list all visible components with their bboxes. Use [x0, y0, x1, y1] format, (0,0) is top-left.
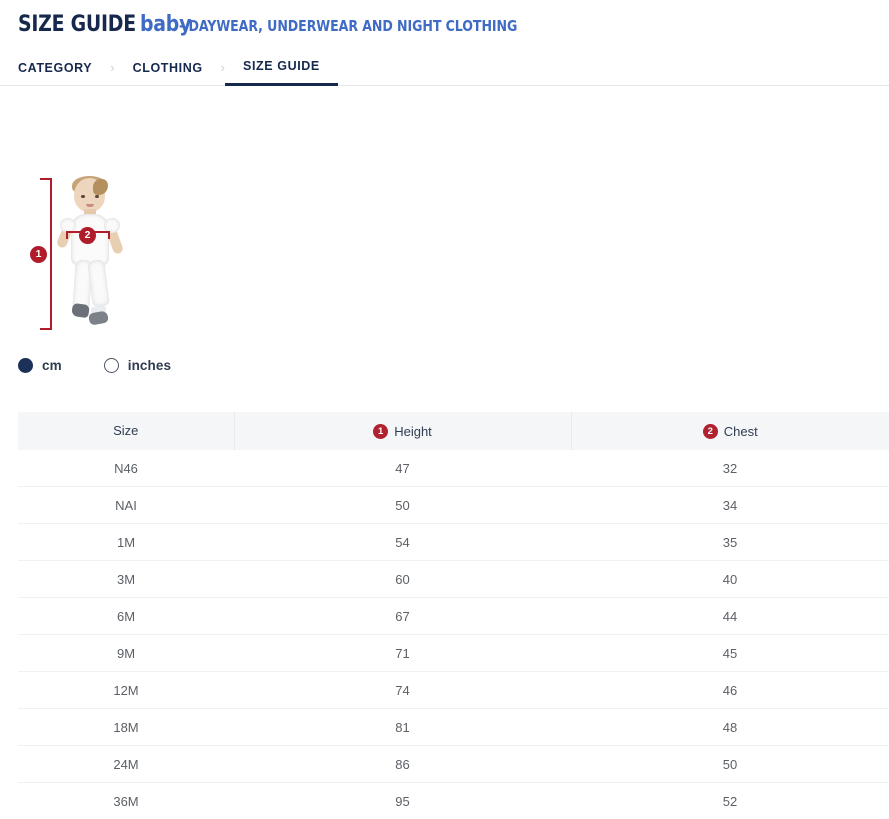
cell-size: 3M	[18, 561, 234, 598]
column-header-chest: 2 Chest	[571, 412, 889, 450]
cell-height: 67	[234, 598, 571, 635]
marker-2-badge: 2	[79, 227, 96, 244]
cell-size: 9M	[18, 635, 234, 672]
cell-size: 24M	[18, 746, 234, 783]
unit-option-cm[interactable]: cm	[18, 358, 62, 373]
cell-chest: 50	[571, 746, 889, 783]
page-title-main: SIZE GUIDE	[18, 12, 136, 37]
unit-option-inches[interactable]: inches	[104, 358, 171, 373]
baby-hair-fringe	[93, 179, 108, 195]
cell-height: 71	[234, 635, 571, 672]
cell-size: N46	[18, 450, 234, 487]
radio-inches-icon[interactable]	[104, 358, 119, 373]
height-line	[50, 178, 52, 330]
cell-height: 47	[234, 450, 571, 487]
table-row: 3M 60 40	[18, 561, 889, 598]
page-header: SIZE GUIDE baby - DAYWEAR, UNDERWEAR AND…	[0, 0, 889, 37]
column-header-size: Size	[18, 412, 234, 450]
table-row: 6M 67 44	[18, 598, 889, 635]
baby-eye-left	[81, 195, 85, 198]
height-line-cap-bottom	[40, 328, 51, 330]
table-row: 12M 74 46	[18, 672, 889, 709]
marker-1-icon: 1	[373, 424, 388, 439]
size-guide-table: Size 1 Height 2 Chest N46 47 32	[18, 412, 889, 819]
table-header-row: Size 1 Height 2 Chest	[18, 412, 889, 450]
baby-leg-right	[87, 259, 109, 307]
table-row: 18M 81 48	[18, 709, 889, 746]
column-header-size-label: Size	[113, 423, 138, 438]
unit-label-inches: inches	[128, 358, 171, 373]
radio-cm-icon[interactable]	[18, 358, 33, 373]
column-header-height-label: Height	[394, 424, 432, 439]
cell-chest: 34	[571, 487, 889, 524]
chest-line-cap-right	[108, 231, 110, 239]
cell-size: 1M	[18, 524, 234, 561]
cell-size: 6M	[18, 598, 234, 635]
table-body: N46 47 32 NAI 50 34 1M 54 35 3M 60 40 6M…	[18, 450, 889, 819]
measurement-figure-area: 1 2	[0, 96, 889, 361]
cell-chest: 35	[571, 524, 889, 561]
cell-height: 60	[234, 561, 571, 598]
cell-size: NAI	[18, 487, 234, 524]
table-row: 1M 54 35	[18, 524, 889, 561]
cell-size: 12M	[18, 672, 234, 709]
page-title: SIZE GUIDE baby - DAYWEAR, UNDERWEAR AND…	[18, 12, 889, 37]
marker-1-badge: 1	[30, 246, 47, 263]
marker-2-icon: 2	[703, 424, 718, 439]
chest-line-cap-left	[66, 231, 68, 239]
cell-height: 86	[234, 746, 571, 783]
breadcrumb-item-category[interactable]: CATEGORY	[0, 62, 110, 86]
table-row: 9M 71 45	[18, 635, 889, 672]
baby-shoe-left	[71, 303, 90, 318]
baby-figure: 1 2	[18, 176, 158, 341]
cell-chest: 48	[571, 709, 889, 746]
table-row: NAI 50 34	[18, 487, 889, 524]
cell-height: 50	[234, 487, 571, 524]
cell-chest: 40	[571, 561, 889, 598]
unit-selector: cm inches	[18, 358, 213, 373]
page-title-description: - DAYWEAR, UNDERWEAR AND NIGHT CLOTHING	[179, 17, 517, 35]
cell-height: 74	[234, 672, 571, 709]
column-header-height: 1 Height	[234, 412, 571, 450]
table-row: 36M 95 52	[18, 783, 889, 819]
column-header-height-inner: 1 Height	[373, 424, 432, 439]
column-header-chest-label: Chest	[724, 424, 758, 439]
column-header-size-inner: Size	[113, 423, 138, 438]
cell-chest: 46	[571, 672, 889, 709]
cell-height: 95	[234, 783, 571, 819]
cell-size: 18M	[18, 709, 234, 746]
baby-shoe-right	[88, 310, 109, 325]
unit-label-cm: cm	[42, 358, 62, 373]
cell-chest: 32	[571, 450, 889, 487]
table-row: 24M 86 50	[18, 746, 889, 783]
baby-eye-right	[95, 195, 99, 198]
table-header: Size 1 Height 2 Chest	[18, 412, 889, 450]
breadcrumb-item-clothing[interactable]: CLOTHING	[115, 62, 221, 86]
cell-size: 36M	[18, 783, 234, 819]
breadcrumb-item-size-guide[interactable]: SIZE GUIDE	[225, 60, 338, 87]
cell-chest: 44	[571, 598, 889, 635]
cell-height: 54	[234, 524, 571, 561]
cell-chest: 52	[571, 783, 889, 819]
table-row: N46 47 32	[18, 450, 889, 487]
breadcrumb: CATEGORY › CLOTHING › SIZE GUIDE	[0, 51, 889, 86]
cell-height: 81	[234, 709, 571, 746]
cell-chest: 45	[571, 635, 889, 672]
column-header-chest-inner: 2 Chest	[703, 424, 758, 439]
baby-photo-illustration	[48, 176, 128, 334]
